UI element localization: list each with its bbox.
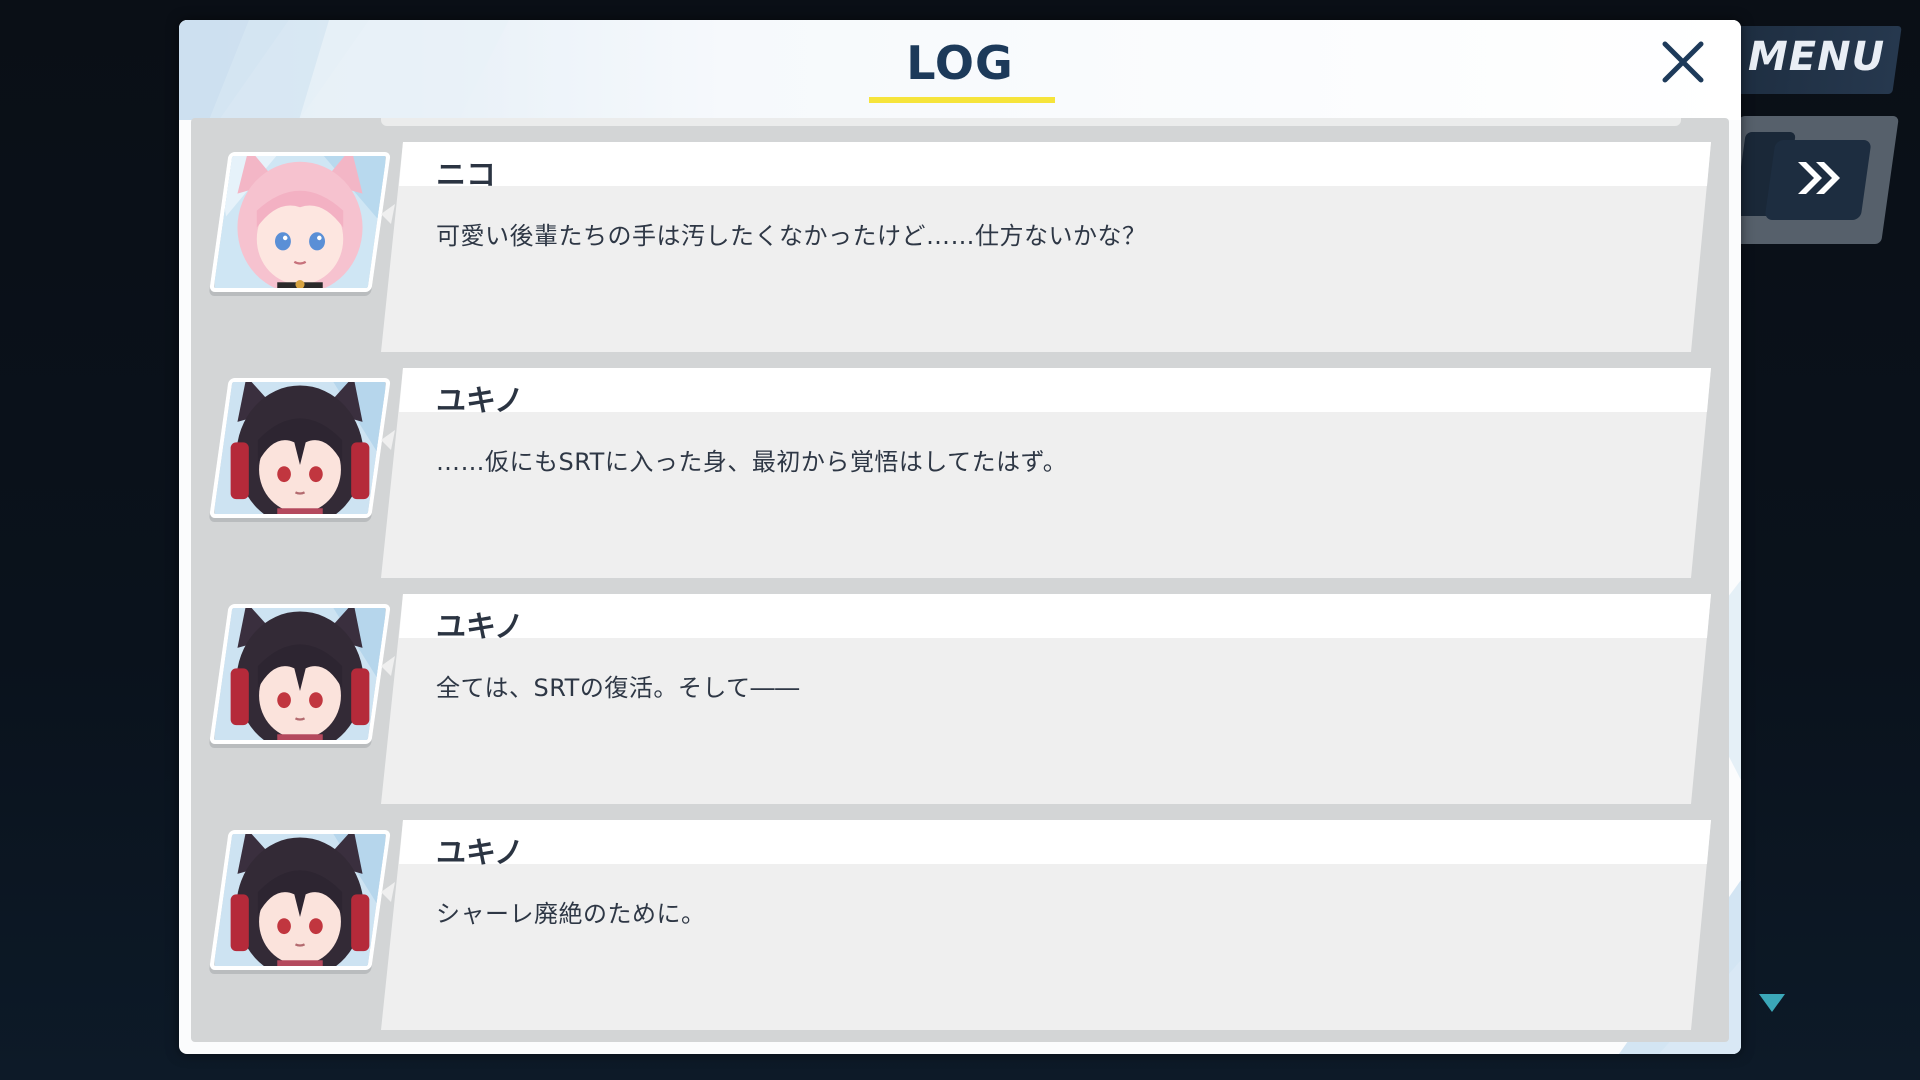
speaker-name: ユキノ — [436, 610, 524, 645]
log-entry: ユキノ ……仮にもSRTに入った身、最初から覚悟はしてたはず。 — [191, 368, 1729, 578]
speaker-name: ユキノ — [436, 384, 524, 419]
log-entry: ユキノ シャーレ廃絶のために。 — [191, 820, 1729, 1030]
yukino-portrait-image — [214, 378, 386, 518]
yukino-portrait — [209, 378, 391, 518]
fast-forward-icon[interactable] — [1788, 148, 1848, 208]
dialogue-text: 可愛い後輩たちの手は汚したくなかったけど……仕方ないかな？ — [436, 222, 1147, 250]
log-list[interactable]: ニコ 可愛い後輩たちの手は汚したくなかったけど……仕方ないかな？ ユキノ ……仮… — [191, 118, 1729, 1042]
dialogue-text: ……仮にもSRTに入った身、最初から覚悟はしてたはず。 — [436, 448, 1068, 476]
dialog-title: LOG — [906, 36, 1014, 90]
niko-portrait-image — [214, 152, 386, 292]
speaker-name: ニコ — [436, 158, 496, 193]
log-entry: ニコ 可愛い後輩たちの手は汚したくなかったけど……仕方ないかな？ — [191, 142, 1729, 352]
log-entry: ユキノ 全ては、SRTの復活。そして―― — [191, 594, 1729, 804]
triangle-down-icon — [1759, 994, 1785, 1012]
dialogue-text: 全ては、SRTの復活。そして―― — [436, 674, 800, 702]
menu-button-label[interactable]: MENU — [1748, 34, 1885, 80]
dialogue-text: シャーレ廃絶のために。 — [436, 900, 706, 928]
log-dialog: LOG ニコ 可愛い後輩たちの手は汚したくなかったけど……仕方ないかな？ ユキノ… — [179, 20, 1741, 1054]
yukino-portrait — [209, 604, 391, 744]
yukino-portrait — [209, 830, 391, 970]
niko-portrait — [209, 152, 391, 292]
close-icon[interactable] — [1653, 32, 1713, 92]
speaker-name: ユキノ — [436, 836, 524, 871]
title-underline — [869, 97, 1055, 103]
yukino-portrait-image — [214, 830, 386, 970]
previous-entry-edge — [381, 118, 1681, 126]
dialog-header: LOG — [179, 20, 1741, 108]
yukino-portrait-image — [214, 604, 386, 744]
